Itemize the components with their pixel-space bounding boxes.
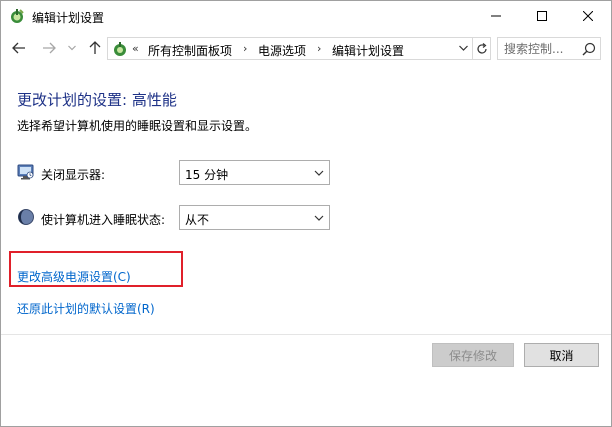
turn-off-display-label: 关闭显示器:: [41, 168, 106, 182]
arrow-left-icon: [12, 42, 25, 54]
save-changes-button[interactable]: 保存修改: [432, 343, 514, 367]
forward-button[interactable]: [39, 38, 59, 58]
search-input[interactable]: [504, 41, 580, 57]
page-description: 选择希望计算机使用的睡眠设置和显示设置。: [17, 119, 258, 133]
address-bar[interactable]: « 所有控制面板项 › 电源选项 › 编辑计划设置: [107, 37, 491, 60]
turn-off-display-value: 15 分钟: [185, 168, 229, 182]
title-bar: 编辑计划设置: [1, 1, 611, 31]
sleep-moon-icon: [17, 208, 35, 226]
edit-plan-settings-window: 编辑计划设置 « 所有控制面板项 › 电源选项 › 编辑计划设置 搜索控制...…: [0, 0, 612, 427]
chevron-down-icon: [458, 45, 468, 51]
refresh-button[interactable]: [472, 38, 490, 59]
put-computer-to-sleep-value: 从不: [185, 213, 210, 227]
restore-default-settings-link[interactable]: 还原此计划的默认设置(R): [17, 300, 155, 317]
turn-off-display-select[interactable]: 15 分钟: [179, 160, 330, 185]
address-dropdown-button[interactable]: [456, 40, 470, 56]
chevron-down-icon: [314, 215, 324, 221]
close-button[interactable]: [565, 1, 611, 31]
back-button[interactable]: [9, 38, 29, 58]
breadcrumb-power-options[interactable]: 电源选项: [258, 42, 306, 59]
chevron-down-icon: [314, 170, 324, 176]
window-title: 编辑计划设置: [32, 11, 105, 25]
breadcrumb-overflow[interactable]: «: [132, 42, 139, 55]
cancel-button[interactable]: 取消: [524, 343, 599, 367]
change-advanced-power-settings-link[interactable]: 更改高级电源设置(C): [17, 268, 131, 285]
control-panel-icon: [112, 41, 128, 57]
display-icon: [17, 163, 35, 181]
close-icon: [583, 11, 593, 21]
power-options-icon: [9, 8, 25, 24]
page-title: 更改计划的设置: 高性能: [17, 91, 177, 109]
breadcrumb-all-control-panel-items[interactable]: 所有控制面板项: [148, 42, 232, 59]
put-computer-to-sleep-select[interactable]: 从不: [179, 205, 330, 230]
search-icon[interactable]: [582, 42, 596, 56]
chevron-down-icon: [68, 45, 76, 51]
refresh-icon: [476, 42, 487, 54]
breadcrumb-edit-plan-settings[interactable]: 编辑计划设置: [332, 42, 404, 59]
up-button[interactable]: [85, 38, 105, 58]
put-computer-to-sleep-label: 使计算机进入睡眠状态:: [41, 213, 166, 227]
minimize-icon: [491, 15, 501, 17]
arrow-right-icon: [43, 42, 56, 54]
breadcrumb-arrow[interactable]: ›: [317, 42, 321, 55]
recent-locations-button[interactable]: [65, 38, 79, 58]
breadcrumb-arrow[interactable]: ›: [243, 42, 247, 55]
footer-divider: [1, 334, 611, 335]
maximize-icon: [537, 11, 547, 21]
minimize-button[interactable]: [473, 1, 519, 31]
navigation-bar: « 所有控制面板项 › 电源选项 › 编辑计划设置: [1, 34, 611, 62]
maximize-button[interactable]: [519, 1, 565, 31]
arrow-up-icon: [89, 41, 101, 54]
search-box[interactable]: [497, 37, 601, 60]
